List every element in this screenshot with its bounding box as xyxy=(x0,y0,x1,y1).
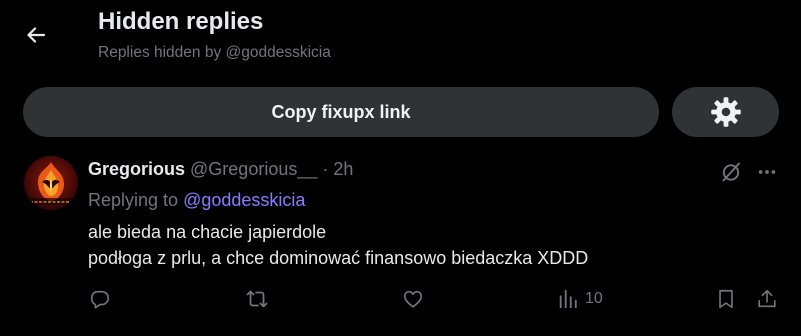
tweet-text: ale bieda na chacie japierdole podłoga z… xyxy=(88,219,588,271)
replying-to: Replying to @goddesskicia xyxy=(88,190,305,211)
more-icon xyxy=(758,170,776,174)
views-icon xyxy=(559,289,577,309)
replying-to-label: Replying to xyxy=(88,190,179,210)
tweet-time[interactable]: 2h xyxy=(333,159,353,179)
arrow-left-icon xyxy=(27,27,46,43)
settings-button[interactable] xyxy=(672,87,779,137)
views-count: 10 xyxy=(585,290,603,307)
reply-button[interactable] xyxy=(86,286,114,312)
author-handle[interactable]: @Gregorious__ xyxy=(190,159,317,179)
copy-fixupx-link-button[interactable]: Copy fixupx link xyxy=(23,87,659,137)
views-button[interactable]: 10 xyxy=(557,286,609,312)
bookmark-button[interactable] xyxy=(713,286,739,312)
unhide-reply-button[interactable] xyxy=(716,157,746,187)
hidden-reply-icon xyxy=(722,162,740,182)
avatar-image xyxy=(24,156,78,210)
reply-icon xyxy=(90,290,110,309)
separator-dot: · xyxy=(322,159,329,179)
heart-icon xyxy=(403,290,423,308)
bookmark-icon xyxy=(719,289,733,309)
more-button[interactable] xyxy=(752,157,782,187)
retweet-icon xyxy=(246,290,268,308)
share-button[interactable] xyxy=(753,286,781,312)
back-button[interactable] xyxy=(17,18,55,52)
author-display-name[interactable]: Gregorious xyxy=(88,159,185,179)
gear-icon xyxy=(710,97,741,127)
replying-to-mention[interactable]: @goddesskicia xyxy=(183,190,305,210)
tweet-text-line: ale bieda na chacie japierdole xyxy=(88,222,327,242)
like-button[interactable] xyxy=(399,286,427,312)
page-subtitle: Replies hidden by @goddesskicia xyxy=(98,44,331,61)
tweet-text-line: podłoga z prlu, a chce dominować finanso… xyxy=(88,248,589,268)
tweet-header: Gregorious @Gregorious__ · 2h xyxy=(88,159,353,180)
share-icon xyxy=(758,289,776,308)
avatar[interactable] xyxy=(24,156,78,210)
retweet-button[interactable] xyxy=(243,286,271,312)
page-title: Hidden replies xyxy=(98,8,264,35)
